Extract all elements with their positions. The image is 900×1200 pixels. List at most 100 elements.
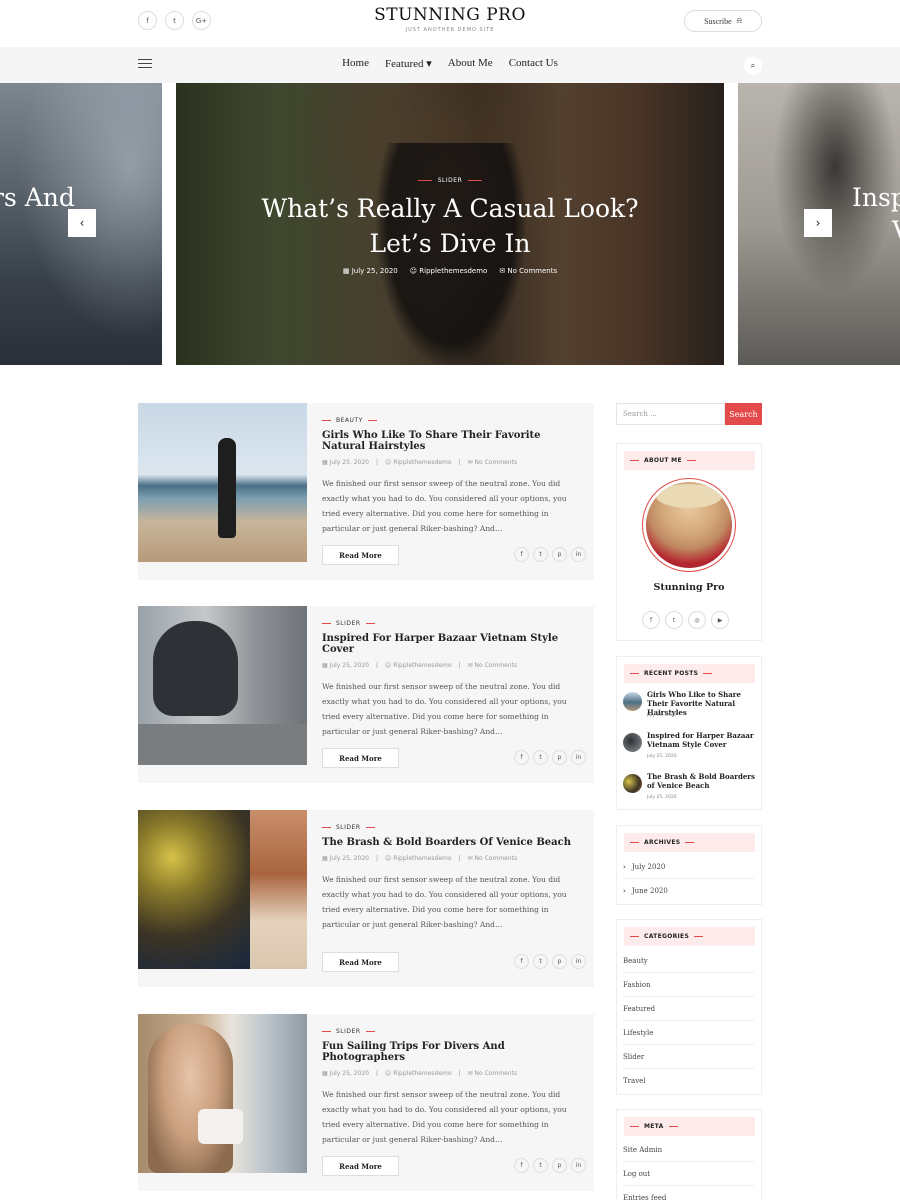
post-author[interactable]: ☺ Ripplethemesdemo [385,855,452,862]
read-more-button[interactable]: Read More [322,545,399,565]
post-title[interactable]: Girls Who Like To Share Their Favorite N… [322,430,587,452]
post-comments[interactable]: ✉ No Comments [468,662,518,669]
post-share-links: f t p in [514,954,586,969]
facebook-icon[interactable]: f [514,547,529,562]
slide-category[interactable]: SLIDER [418,177,483,184]
post-thumbnail[interactable] [138,606,307,765]
meta-item[interactable]: Log out [623,1162,754,1186]
recent-post-title[interactable]: Inspired for Harper Bazaar Vietnam Style… [647,731,757,749]
search-icon[interactable]: ⌕ [744,57,762,75]
twitter-icon[interactable]: t [533,547,548,562]
slide-prev-title[interactable]: rs And [0,183,75,212]
slide-date[interactable]: ▦ July 25, 2020 [343,267,398,275]
post-category[interactable]: SLIDER [322,824,587,831]
post-share-links: f t p in [514,1158,586,1173]
pinterest-icon[interactable]: p [552,1158,567,1173]
nav-menu: Home Featured ▾ About Me Contact Us [0,57,900,70]
read-more-button[interactable]: Read More [322,1156,399,1176]
post-category[interactable]: BEAUTY [322,417,587,424]
category-item[interactable]: Featured [623,997,754,1021]
subscribe-button[interactable]: Suscribe ⍾ [684,10,762,32]
slide-next-title[interactable]: Insp [852,183,900,212]
slide-title-line2[interactable]: Let’s Dive In [176,226,724,261]
facebook-icon[interactable]: f [514,954,529,969]
category-item[interactable]: Beauty [623,949,754,973]
post-thumbnail[interactable] [138,810,307,969]
recent-post-thumbnail[interactable] [623,774,642,793]
slide-comments[interactable]: ✉ No Comments [499,267,557,275]
post-excerpt: We finished our first sensor sweep of th… [322,682,567,736]
nav-item-home[interactable]: Home [342,57,369,70]
instagram-icon[interactable]: ◎ [688,611,706,629]
facebook-icon[interactable]: f [514,750,529,765]
category-item[interactable]: Slider [623,1045,754,1069]
category-item[interactable]: Travel [623,1069,754,1093]
post-excerpt: We finished our first sensor sweep of th… [322,1090,567,1144]
slide-author[interactable]: ☺ Ripplethemesdemo [410,267,488,275]
twitter-icon[interactable]: t [665,611,683,629]
post-thumbnail[interactable] [138,403,307,562]
post-meta: ▦ July 25, 2020 | ☺ Ripplethemesdemo | ✉ N… [322,662,518,669]
post-date[interactable]: ▦ July 25, 2020 [322,662,369,669]
site-title[interactable]: STUNNING PRO [0,5,900,25]
twitter-icon[interactable]: t [533,1158,548,1173]
slide-title[interactable]: What’s Really A Casual Look? Let’s Dive … [176,191,724,261]
category-item[interactable]: Lifestyle [623,1021,754,1045]
slide-author-text: Ripplethemesdemo [419,267,488,275]
read-more-button[interactable]: Read More [322,952,399,972]
post-thumbnail[interactable] [138,1014,307,1173]
post-date[interactable]: ▦ July 25, 2020 [322,855,369,862]
post-title[interactable]: The Brash & Bold Boarders Of Venice Beac… [322,837,587,848]
nav-item-about[interactable]: About Me [448,57,493,70]
nav-item-contact[interactable]: Contact Us [509,57,558,70]
post-title[interactable]: Inspired For Harper Bazaar Vietnam Style… [322,633,587,655]
slider-next-arrow-icon[interactable]: › [804,209,832,237]
nav-item-featured[interactable]: Featured ▾ [385,57,432,70]
facebook-icon[interactable]: f [642,611,660,629]
meta-item[interactable]: Entries feed [623,1186,754,1200]
post-date[interactable]: ▦ July 25, 2020 [322,459,369,466]
post-comments[interactable]: ✉ No Comments [468,1070,518,1077]
pinterest-icon[interactable]: p [552,547,567,562]
read-more-button[interactable]: Read More [322,748,399,768]
recent-post-item[interactable]: Inspired for Harper Bazaar Vietnam Style… [623,731,758,761]
post-date[interactable]: ▦ July 25, 2020 [322,1070,369,1077]
pinterest-icon[interactable]: p [552,954,567,969]
meta-item[interactable]: Site Admin [623,1138,754,1162]
archive-item[interactable]: › July 2020 [623,855,754,879]
slide-next-title-line2[interactable]: V [892,216,900,245]
post-share-links: f t p in [514,750,586,765]
twitter-icon[interactable]: t [533,750,548,765]
post-category[interactable]: SLIDER [322,1028,587,1035]
post-comments[interactable]: ✉ No Comments [468,855,518,862]
twitter-icon[interactable]: t [533,954,548,969]
youtube-icon[interactable]: ▶ [711,611,729,629]
linkedin-icon[interactable]: in [571,1158,586,1173]
post-date-text: July 25, 2020 [329,662,369,669]
linkedin-icon[interactable]: in [571,954,586,969]
post-author[interactable]: ☺ Ripplethemesdemo [385,1070,452,1077]
linkedin-icon[interactable]: in [571,750,586,765]
post-title[interactable]: Fun Sailing Trips For Divers And Photogr… [322,1041,587,1063]
recent-post-title[interactable]: The Brash & Bold Boarders of Venice Beac… [647,772,757,790]
facebook-icon[interactable]: f [514,1158,529,1173]
post-category[interactable]: SLIDER [322,620,587,627]
recent-post-thumbnail[interactable] [623,733,642,752]
user-icon: ☺ [409,267,420,275]
sidebar-search-button[interactable]: Search [725,403,762,425]
linkedin-icon[interactable]: in [571,547,586,562]
post-author-text: Ripplethemesdemo [393,855,452,862]
post-author[interactable]: ☺ Ripplethemesdemo [385,459,452,466]
category-item[interactable]: Fashion [623,973,754,997]
sidebar-search-input[interactable]: Search ... [616,403,725,425]
recent-post-thumbnail[interactable] [623,692,642,711]
pinterest-icon[interactable]: p [552,750,567,765]
archive-item[interactable]: › June 2020 [623,879,754,903]
post-comments[interactable]: ✉ No Comments [468,459,518,466]
slide-title-line1[interactable]: What’s Really A Casual Look? [176,191,724,226]
subscribe-label: Suscribe [704,16,732,26]
post-author[interactable]: ☺ Ripplethemesdemo [385,662,452,669]
slider-prev-arrow-icon[interactable]: ‹ [68,209,96,237]
recent-post-item[interactable]: The Brash & Bold Boarders of Venice Beac… [623,772,758,802]
recent-post-item[interactable]: Girls Who Like to Share Their Favorite N… [623,690,758,720]
